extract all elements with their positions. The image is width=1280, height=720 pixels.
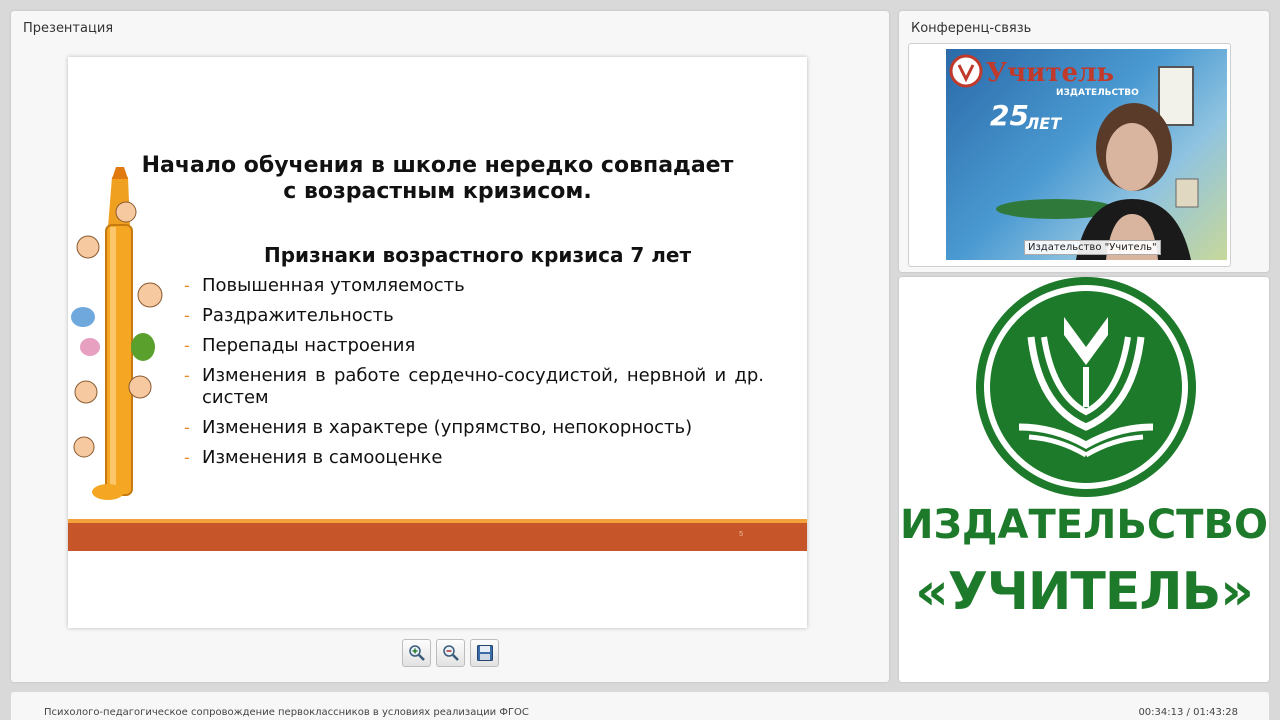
slide-heading-line1: Начало обучения в школе нередко совпадае… [141,153,734,178]
presentation-panel: Презентация Начало обучения в школе нере… [11,11,889,682]
slide-bullet-list: Повышенная утомляемость Раздражительност… [182,275,764,477]
slide-page-number: 5 [739,531,743,538]
banner-sub-text: ИЗДАТЕЛЬСТВО [1056,88,1139,98]
slide-footer-bar: 5 [68,523,807,551]
slide-heading: Начало обучения в школе нередко совпадае… [68,153,807,205]
slide-heading-line2: с возрастным кризисом. [283,179,592,204]
save-icon [476,645,493,661]
video-feed[interactable]: Учитель ИЗДАТЕЛЬСТВО 25 ЛЕТ Издательство… [946,49,1227,260]
slide-bullet-item: Перепады настроения [182,335,764,357]
logo-panel: ИЗДАТЕЛЬСТВО «УЧИТЕЛЬ» [899,277,1269,682]
status-bar: Психолого-педагогическое сопровождение п… [11,692,1269,720]
logo-text-name: «УЧИТЕЛЬ» [915,562,1254,622]
logo-text-publisher: ИЗДАТЕЛЬСТВО [900,502,1268,548]
playback-time: 00:34:13 / 01:43:28 [1138,707,1238,718]
publisher-logo-icon [976,277,1196,497]
participant-label: Издательство "Учитель" [1024,240,1161,255]
pencil-kids-illustration [71,167,163,500]
webinar-title: Психолого-педагогическое сопровождение п… [44,707,529,718]
zoom-out-icon [442,645,459,661]
conference-title: Конференц-связь [911,21,1032,36]
zoom-in-icon [408,645,425,661]
slide-subheading: Признаки возрастного кризиса 7 лет [264,243,692,267]
slide-bullet-item: Раздражительность [182,305,764,327]
banner-years-text: 25 [990,99,1029,132]
presentation-toolbar [402,639,499,667]
video-frame: Учитель ИЗДАТЕЛЬСТВО 25 ЛЕТ Издательство… [908,43,1231,267]
banner-text: ЛЕТ [1025,114,1062,133]
zoom-in-button[interactable] [402,639,431,667]
slide-bullet-item: Повышенная утомляемость [182,275,764,297]
banner-brand-text: Учитель [986,58,1114,88]
slide-bullet-item: Изменения в самооценке [182,447,764,469]
zoom-out-button[interactable] [436,639,465,667]
save-button[interactable] [470,639,499,667]
slide-bullet-item: Изменения в работе сердечно-сосудистой, … [182,365,764,409]
conference-panel: Конференц-связь Учитель ИЗДАТЕЛЬСТВО 25 … [899,11,1269,272]
presentation-title: Презентация [23,21,114,36]
slide: Начало обучения в школе нередко совпадае… [68,57,807,628]
video-scene-illustration: Учитель ИЗДАТЕЛЬСТВО 25 ЛЕТ [949,54,1199,260]
slide-bullet-item: Изменения в характере (упрямство, непоко… [182,417,764,439]
